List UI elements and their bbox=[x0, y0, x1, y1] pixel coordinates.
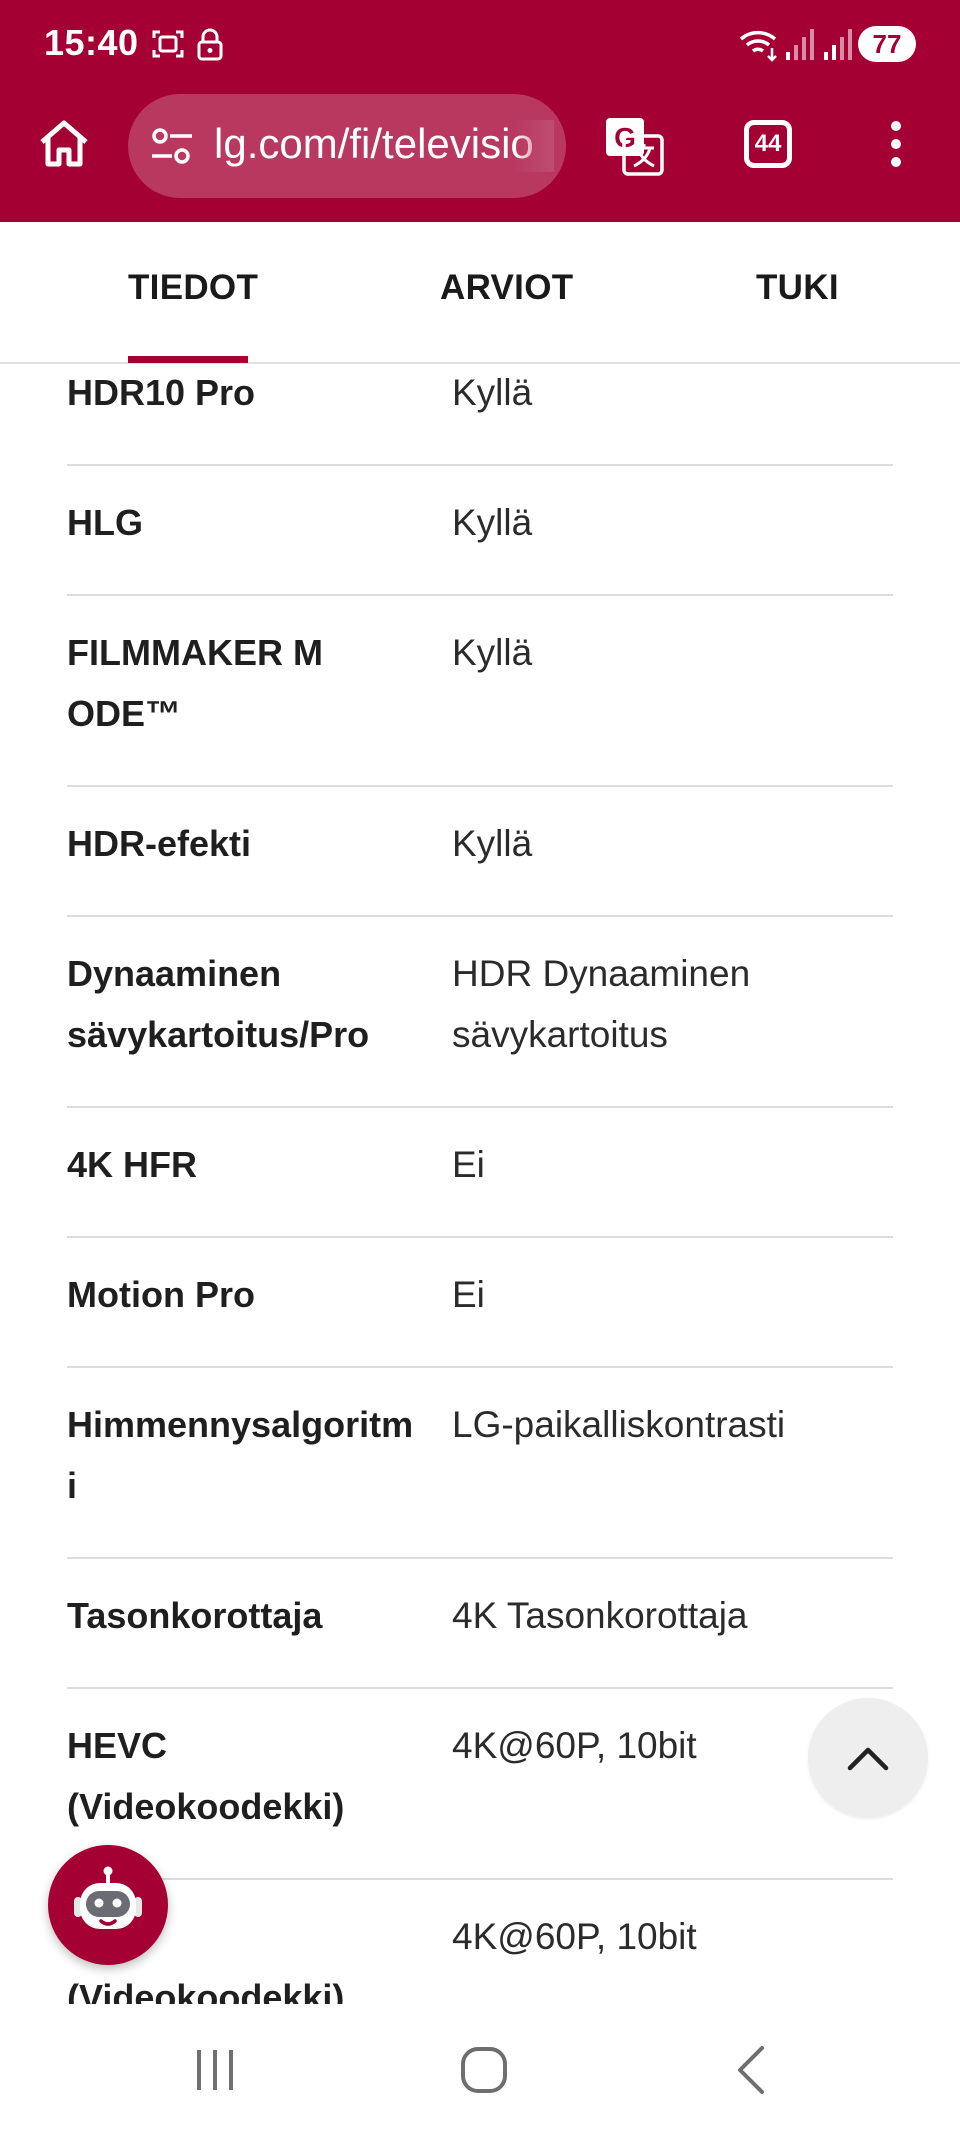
spec-label: Dynaaminen sävykartoitus/Pro bbox=[67, 953, 370, 1055]
wifi-icon bbox=[739, 31, 777, 62]
home-icon[interactable] bbox=[36, 116, 92, 172]
spec-row: Himmennysalgoritmi LG-paikalliskontrasti bbox=[67, 1368, 893, 1559]
lock-icon bbox=[197, 28, 223, 61]
tabs-icon[interactable]: 44 bbox=[744, 120, 792, 168]
translate-icon[interactable]: G bbox=[604, 116, 664, 176]
home-icon[interactable] bbox=[454, 2040, 514, 2100]
status-time: 15:40 bbox=[44, 22, 139, 63]
tab-tiedot[interactable]: TIEDOT bbox=[128, 268, 258, 308]
chevron-up-icon bbox=[847, 1747, 889, 1771]
active-tab-indicator bbox=[128, 356, 248, 363]
spec-label: HDR-efekti bbox=[67, 823, 252, 864]
screenshot-icon bbox=[152, 30, 184, 58]
scroll-to-top-button[interactable] bbox=[808, 1698, 928, 1818]
signal-icon bbox=[786, 29, 814, 60]
section-tabs: TIEDOT ARVIOT TUKI bbox=[0, 222, 960, 364]
spec-value: Kyllä bbox=[452, 823, 533, 864]
spec-row: HLG Kyllä bbox=[67, 466, 893, 596]
tab-tuki[interactable]: TUKI bbox=[756, 268, 839, 308]
tab-arviot[interactable]: ARVIOT bbox=[440, 268, 573, 308]
battery-icon: 77 bbox=[858, 26, 916, 62]
spec-row: HEVC (Videokoodekki) 4K@60P, 10bit bbox=[67, 1689, 893, 1880]
site-settings-icon[interactable] bbox=[150, 126, 194, 166]
spec-value: Kyllä bbox=[452, 632, 533, 673]
spec-row: Motion Pro Ei bbox=[67, 1238, 893, 1368]
spec-value: 4K@60P, 10bit bbox=[452, 1916, 697, 1957]
chatbot-button[interactable] bbox=[48, 1845, 168, 1965]
chatbot-icon bbox=[74, 1866, 142, 1929]
back-icon[interactable] bbox=[722, 2040, 782, 2100]
spec-value: 4K Tasonkorottaja bbox=[452, 1595, 748, 1636]
signal-icon bbox=[824, 29, 852, 60]
spec-label: Himmennysalgoritmi bbox=[67, 1404, 414, 1506]
spec-row: Tasonkorottaja 4K Tasonkorottaja bbox=[67, 1559, 893, 1689]
spec-label: HDR10 Pro bbox=[67, 372, 256, 413]
top-bar: 15:40 77 lg.com/fi/televisio G 44 bbox=[0, 0, 960, 222]
recents-icon[interactable] bbox=[185, 2040, 245, 2100]
system-navigation-bar bbox=[0, 2004, 960, 2133]
spec-value: Kyllä bbox=[452, 502, 533, 543]
more-vert-icon[interactable] bbox=[882, 118, 910, 174]
spec-row: FILMMAKER MODE™ Kyllä bbox=[67, 596, 893, 787]
spec-label: Tasonkorottaja bbox=[67, 1595, 323, 1636]
spec-value: LG-paikalliskontrasti bbox=[452, 1404, 786, 1445]
spec-label: HLG bbox=[67, 502, 143, 543]
spec-value: Ei bbox=[452, 1274, 485, 1315]
url-text[interactable]: lg.com/fi/televisio bbox=[214, 120, 554, 172]
spec-row: 4K HFR Ei bbox=[67, 1108, 893, 1238]
spec-row: Dynaaminen sävykartoitus/Pro HDR Dynaami… bbox=[67, 917, 893, 1108]
address-bar[interactable]: lg.com/fi/televisio bbox=[128, 94, 566, 198]
spec-label: 4K HFR bbox=[67, 1144, 198, 1185]
spec-value: HDR Dynaaminen sävykartoitus bbox=[452, 953, 751, 1055]
spec-value: Ei bbox=[452, 1144, 485, 1185]
spec-label: Motion Pro bbox=[67, 1274, 255, 1315]
spec-label: FILMMAKER MODE™ bbox=[67, 632, 323, 734]
spec-row: HDR-efekti Kyllä bbox=[67, 787, 893, 917]
spec-row: VP9 (Videokoodekki) 4K@60P, 10bit bbox=[67, 1880, 893, 2004]
spec-row: HDR10 Pro Kyllä bbox=[67, 364, 893, 466]
browser-toolbar: lg.com/fi/televisio G 44 bbox=[0, 88, 960, 222]
spec-label: HEVC (Videokoodekki) bbox=[67, 1725, 345, 1827]
status-bar: 15:40 77 bbox=[0, 0, 960, 88]
spec-value: Kyllä bbox=[452, 372, 533, 413]
